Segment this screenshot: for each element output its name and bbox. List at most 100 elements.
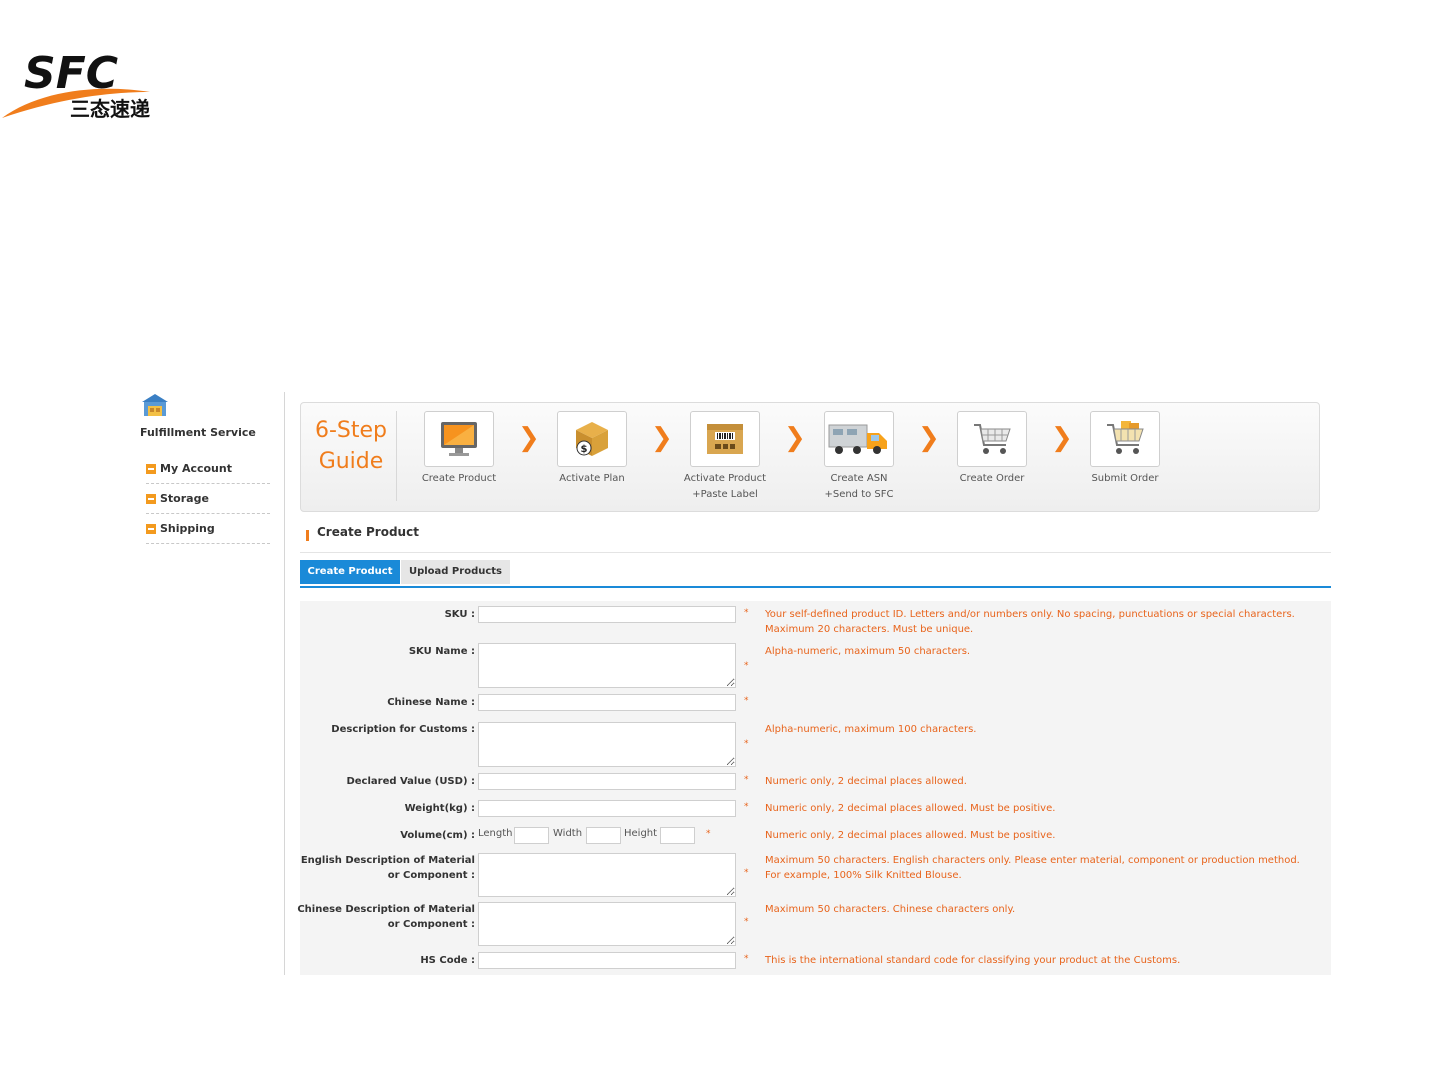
tab-upload-products[interactable]: Upload Products bbox=[401, 560, 510, 584]
chinese-description-label-line2: or Component : bbox=[387, 919, 475, 930]
description-customs-textarea[interactable] bbox=[478, 722, 736, 767]
chinese-description-label: Chinese Description of Material or Compo… bbox=[297, 902, 475, 932]
required-mark: * bbox=[744, 739, 749, 749]
page-title: Create Product bbox=[317, 525, 419, 539]
guide-title-line1: 6-Step bbox=[314, 418, 388, 443]
step-label: Submit Order bbox=[1091, 473, 1159, 484]
weight-label: Weight(kg) : bbox=[404, 803, 475, 814]
step-activate-product[interactable]: Activate Product +Paste Label bbox=[660, 411, 790, 503]
sidebar-item-label: Shipping bbox=[160, 522, 215, 535]
step-create-asn[interactable]: Create ASN +Send to SFC bbox=[794, 411, 924, 503]
step-submit-order[interactable]: Submit Order bbox=[1060, 411, 1190, 487]
description-customs-label: Description for Customs : bbox=[331, 724, 475, 735]
expand-icon bbox=[146, 523, 156, 534]
required-mark: * bbox=[744, 802, 749, 812]
sidebar-item-shipping[interactable]: Shipping bbox=[146, 514, 270, 544]
expand-icon bbox=[146, 463, 156, 474]
sidebar-menu: My Account Storage Shipping bbox=[146, 454, 270, 544]
logo-chinese-text: 三态速递 bbox=[70, 97, 150, 121]
english-description-label-line1: English Description of Material bbox=[300, 855, 475, 866]
sidebar-item-my-account[interactable]: My Account bbox=[146, 454, 270, 484]
section-accent-bar bbox=[306, 530, 309, 541]
step-activate-plan[interactable]: $ Activate Plan bbox=[527, 411, 657, 487]
step-label: Create ASN +Send to SFC bbox=[794, 471, 924, 503]
english-description-hint-line1: Maximum 50 characters. English character… bbox=[765, 855, 1300, 866]
required-mark: * bbox=[744, 868, 749, 878]
section-header: Create Product bbox=[300, 522, 1331, 553]
width-input[interactable] bbox=[586, 827, 621, 844]
english-description-textarea[interactable] bbox=[478, 853, 736, 897]
required-mark: * bbox=[744, 954, 749, 964]
step-label: Activate Product +Paste Label bbox=[660, 471, 790, 503]
create-product-form: SKU : * Your self-defined product ID. Le… bbox=[297, 601, 1331, 975]
step-create-product[interactable]: Create Product bbox=[394, 411, 524, 487]
monitor-icon bbox=[424, 411, 494, 467]
full-cart-icon bbox=[1090, 411, 1160, 467]
declared-value-input[interactable] bbox=[478, 773, 736, 790]
step-label-line1: Create ASN bbox=[830, 473, 888, 484]
required-mark: * bbox=[744, 696, 749, 706]
sku-name-label: SKU Name : bbox=[408, 646, 475, 657]
step-label-line2: +Send to SFC bbox=[824, 489, 894, 500]
sku-hint-line1: Your self-defined product ID. Letters an… bbox=[765, 609, 1295, 620]
required-mark: * bbox=[744, 775, 749, 785]
sidebar-item-label: Storage bbox=[160, 492, 209, 505]
chinese-description-hint: Maximum 50 characters. Chinese character… bbox=[765, 904, 1016, 915]
required-mark: * bbox=[706, 829, 711, 839]
step-guide: 6-Step Guide Create Product ❯ $ Activate… bbox=[300, 402, 1320, 512]
volume-hint: Numeric only, 2 decimal places allowed. … bbox=[765, 830, 1056, 841]
expand-icon bbox=[146, 493, 156, 504]
declared-value-hint: Numeric only, 2 decimal places allowed. bbox=[765, 776, 967, 787]
height-input[interactable] bbox=[660, 827, 695, 844]
money-box-icon: $ bbox=[557, 411, 627, 467]
english-description-label-line2: or Component : bbox=[387, 870, 475, 881]
chinese-description-label-line1: Chinese Description of Material bbox=[297, 904, 475, 915]
english-description-hint: Maximum 50 characters. English character… bbox=[765, 853, 1325, 883]
height-label: Height bbox=[624, 828, 658, 839]
sidebar-item-label: My Account bbox=[160, 462, 232, 475]
sku-input[interactable] bbox=[478, 606, 736, 623]
step-label-line1: Activate Product bbox=[683, 473, 767, 484]
logo-brand-text: SFC bbox=[24, 48, 118, 99]
english-description-hint-line2: For example, 100% Silk Knitted Blouse. bbox=[765, 870, 962, 881]
sidebar-item-storage[interactable]: Storage bbox=[146, 484, 270, 514]
sku-hint: Your self-defined product ID. Letters an… bbox=[765, 607, 1325, 637]
step-label: Create Product bbox=[421, 473, 497, 484]
barcode-box-icon bbox=[690, 411, 760, 467]
chinese-description-textarea[interactable] bbox=[478, 902, 736, 946]
guide-title-line2: Guide bbox=[318, 449, 384, 474]
required-mark: * bbox=[744, 661, 749, 671]
sku-label: SKU : bbox=[444, 609, 475, 620]
width-label: Width bbox=[553, 828, 583, 839]
step-label-line2: +Paste Label bbox=[692, 489, 758, 500]
sidebar-title: Fulfillment Service bbox=[140, 426, 256, 439]
step-create-order[interactable]: Create Order bbox=[927, 411, 1057, 487]
guide-title: 6-Step Guide bbox=[301, 415, 401, 477]
description-customs-hint: Alpha-numeric, maximum 100 characters. bbox=[765, 724, 977, 735]
english-description-label: English Description of Material or Compo… bbox=[301, 853, 475, 883]
chinese-name-label: Chinese Name : bbox=[387, 697, 475, 708]
length-input[interactable] bbox=[514, 827, 549, 844]
declared-value-label: Declared Value (USD) : bbox=[346, 776, 475, 787]
length-label: Length bbox=[478, 828, 513, 839]
sku-name-textarea[interactable] bbox=[478, 643, 736, 688]
required-mark: * bbox=[744, 608, 749, 618]
sidebar: Fulfillment Service My Account Storage S… bbox=[138, 392, 285, 975]
tab-bar: Create Product Upload Products bbox=[300, 560, 1331, 588]
chinese-name-input[interactable] bbox=[478, 694, 736, 711]
tab-create-product[interactable]: Create Product bbox=[300, 560, 400, 584]
hs-code-input[interactable] bbox=[478, 952, 736, 969]
sku-hint-line2: Maximum 20 characters. Must be unique. bbox=[765, 624, 974, 635]
cart-icon bbox=[957, 411, 1027, 467]
warehouse-icon bbox=[140, 392, 170, 418]
sfc-logo[interactable]: SFC 三态速递 bbox=[0, 40, 170, 130]
step-label: Create Order bbox=[959, 473, 1025, 484]
sfc-logo-graphic: SFC 三态速递 bbox=[2, 48, 150, 121]
weight-input[interactable] bbox=[478, 800, 736, 817]
weight-hint: Numeric only, 2 decimal places allowed. … bbox=[765, 803, 1056, 814]
required-mark: * bbox=[744, 917, 749, 927]
svg-text:$: $ bbox=[581, 444, 588, 455]
hs-code-label: HS Code : bbox=[420, 955, 475, 966]
volume-label: Volume(cm) : bbox=[400, 830, 475, 841]
truck-icon bbox=[824, 411, 894, 467]
